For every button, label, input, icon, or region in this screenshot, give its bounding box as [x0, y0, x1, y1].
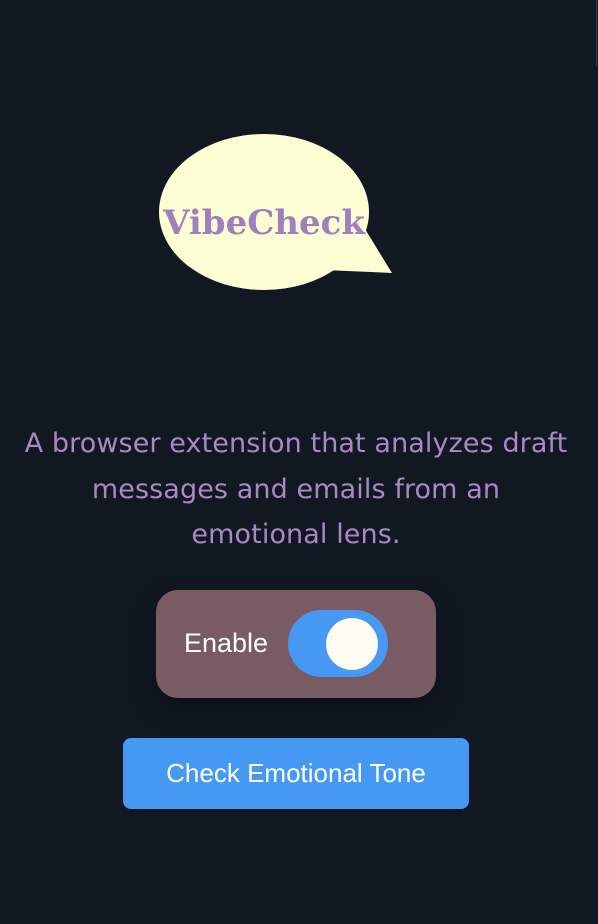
extension-description: A browser extension that analyzes draft … — [24, 428, 568, 550]
enable-toggle-card: Enable — [156, 590, 436, 698]
check-emotional-tone-button[interactable]: Check Emotional Tone — [123, 738, 469, 809]
speech-bubble-icon: VibeCheck — [159, 134, 392, 290]
enable-label: Enable — [184, 628, 269, 658]
logo-text: VibeCheck — [162, 203, 366, 243]
toggle-knob — [326, 618, 378, 670]
vibecheck-logo: VibeCheck — [156, 128, 396, 294]
enable-toggle-switch[interactable] — [288, 610, 388, 677]
window-edge-divider — [596, 0, 597, 66]
